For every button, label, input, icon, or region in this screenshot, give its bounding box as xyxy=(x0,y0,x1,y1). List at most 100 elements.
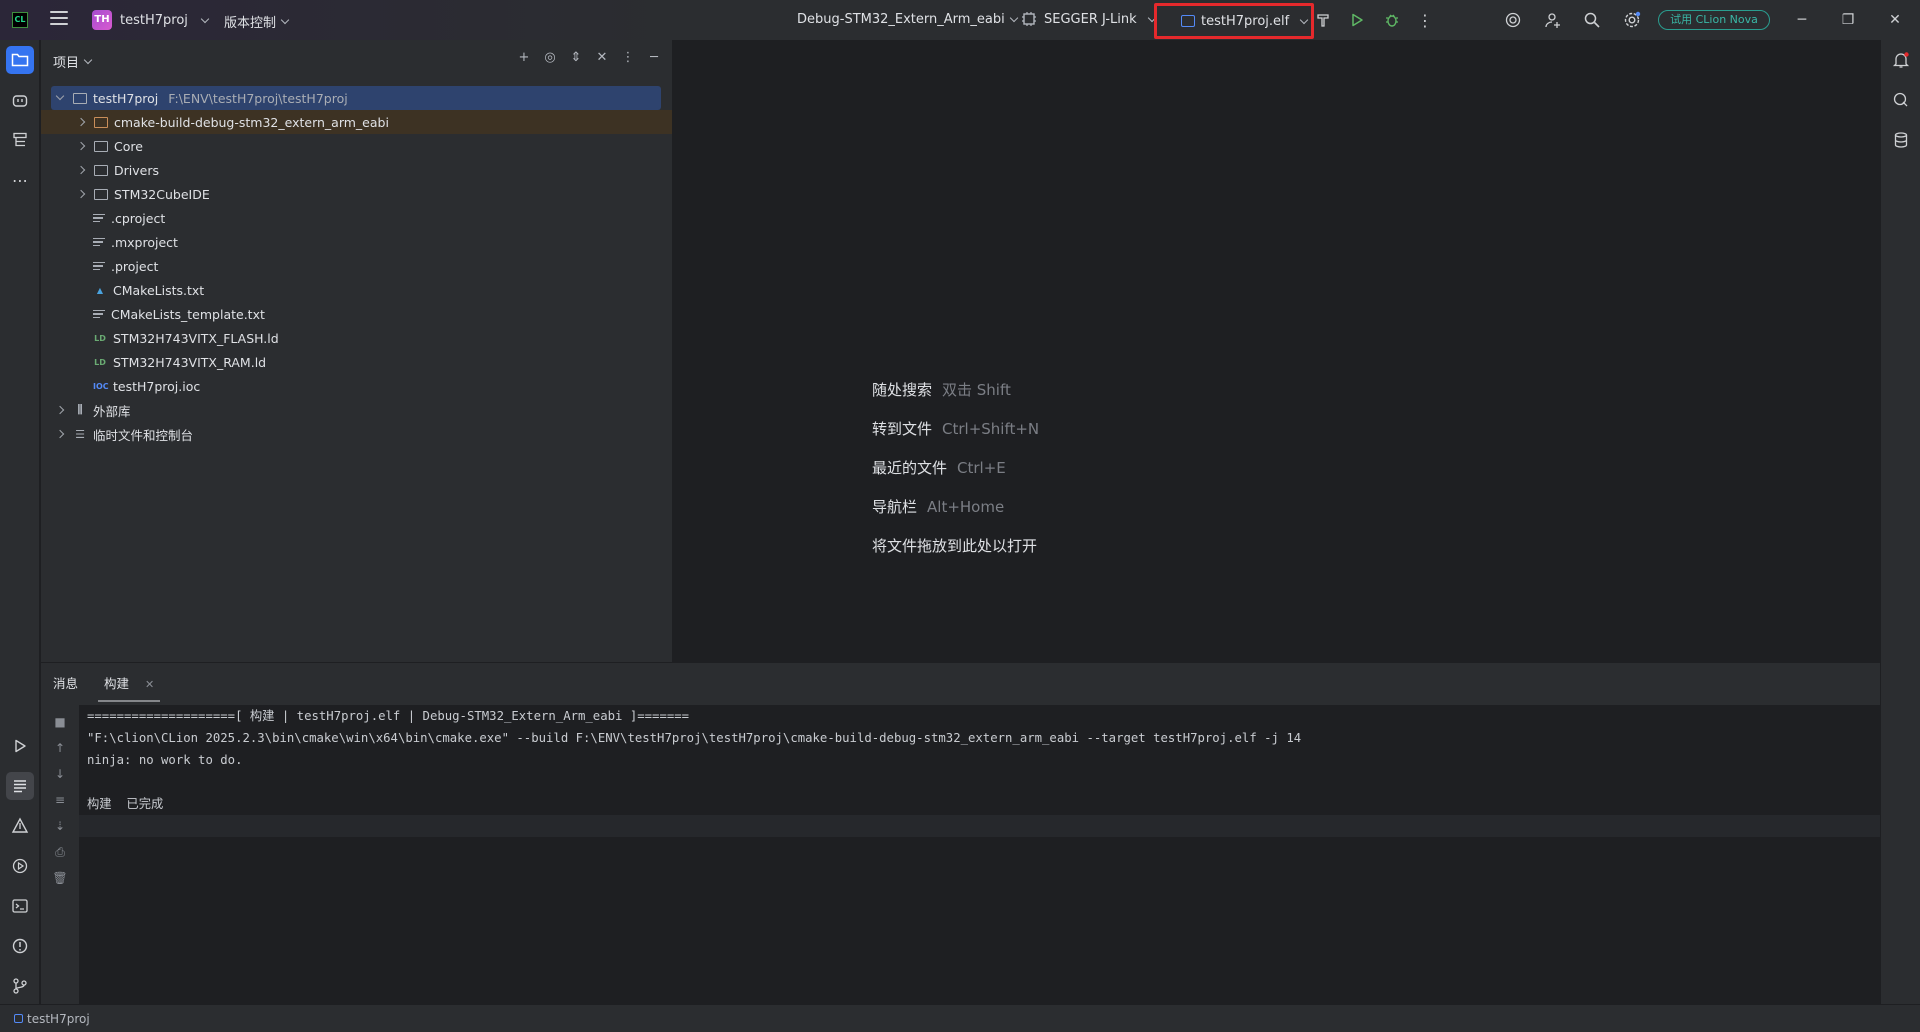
tree-file-node[interactable]: .mxproject xyxy=(41,230,672,254)
project-panel-title: 项目 xyxy=(53,56,80,71)
vcs-label: 版本控制 xyxy=(224,16,277,31)
tree-folder-node[interactable]: Drivers xyxy=(41,158,672,182)
tree-file-node[interactable]: LD STM32H743VITX_RAM.ld xyxy=(41,350,672,374)
folder-icon xyxy=(73,92,87,104)
messages-tool-button[interactable] xyxy=(6,772,34,800)
tree-folder-node[interactable]: Core xyxy=(41,134,672,158)
tree-file-node[interactable]: IOC testH7proj.ioc xyxy=(41,374,672,398)
next-arrow-down-icon[interactable]: ↓ xyxy=(51,765,69,783)
chevron-right-icon[interactable] xyxy=(76,165,86,175)
database-icon[interactable] xyxy=(1887,126,1915,154)
problems-exclamation-icon xyxy=(12,938,28,954)
new-file-plus-icon[interactable]: + xyxy=(516,50,532,66)
chevron-right-icon[interactable] xyxy=(76,189,86,199)
structure-tool-button[interactable] xyxy=(6,126,34,154)
chevron-down-icon xyxy=(1299,15,1309,24)
tree-external-libraries[interactable]: ⫼ 外部库 xyxy=(41,398,672,422)
run-tool-button[interactable] xyxy=(6,732,34,760)
scroll-to-end-icon[interactable]: ⇣ xyxy=(51,817,69,835)
vcs-menu[interactable]: 版本控制 xyxy=(224,12,290,31)
notifications-bell-icon[interactable] xyxy=(1887,46,1915,74)
close-icon[interactable]: ✕ xyxy=(1883,8,1907,32)
chevron-right-icon[interactable] xyxy=(76,141,86,151)
folder-icon xyxy=(94,164,108,176)
terminal-tool-button[interactable] xyxy=(6,892,34,920)
soft-wrap-icon[interactable]: ≡ xyxy=(51,791,69,809)
services-tool-button[interactable] xyxy=(6,852,34,880)
chevron-right-icon[interactable] xyxy=(55,405,65,415)
tree-root-node[interactable]: testH7proj F:\ENV\testH7proj\testH7proj xyxy=(51,86,661,110)
try-clion-nova-button[interactable]: 试用 CLion Nova xyxy=(1658,10,1770,30)
library-icon: ⫼ xyxy=(77,403,83,416)
project-tool-window: 项目 + ◎ ⇕ ✕ ⋮ ─ testH7proj F:\ENV\testH7p… xyxy=(41,40,673,662)
cmake-tool-button[interactable] xyxy=(6,812,34,840)
editor-hint-row: 转到文件 Ctrl+Shift+N xyxy=(872,409,1047,448)
collapse-all-icon[interactable]: ✕ xyxy=(594,50,610,66)
tree-node-label: 临时文件和控制台 xyxy=(93,427,194,443)
right-tool-strip xyxy=(1880,40,1920,1004)
tree-file-node[interactable]: .project xyxy=(41,254,672,278)
tree-node-label: cmake-build-debug-stm32_extern_arm_eabi xyxy=(114,114,389,130)
settings-gear-icon[interactable] xyxy=(1622,10,1642,30)
run-configuration-selector[interactable]: Debug-STM32_Extern_Arm_eabi xyxy=(797,12,1019,27)
minimize-icon[interactable]: ─ xyxy=(1790,8,1814,32)
text-file-icon xyxy=(93,261,105,272)
more-tools-icon[interactable]: ⋯ xyxy=(6,166,34,194)
previous-arrow-up-icon[interactable]: ↑ xyxy=(51,739,69,757)
hide-panel-icon[interactable]: ─ xyxy=(646,50,662,66)
build-target-selector[interactable]: testH7proj.elf xyxy=(1154,3,1314,39)
chevron-down-icon[interactable] xyxy=(55,91,65,101)
copilot-tool-button[interactable] xyxy=(6,86,34,114)
chevron-down-icon xyxy=(200,14,210,23)
project-switcher[interactable]: TH testH7proj xyxy=(92,10,210,30)
more-actions-icon[interactable]: ⋮ xyxy=(1415,10,1435,30)
debug-bug-icon[interactable] xyxy=(1382,10,1402,30)
tree-node-label: Core xyxy=(114,138,143,154)
main-menu-button[interactable] xyxy=(50,11,68,29)
messages-list-icon xyxy=(14,780,26,793)
run-icon[interactable] xyxy=(1347,10,1367,30)
expand-all-icon[interactable]: ⇕ xyxy=(568,50,584,66)
tree-file-node[interactable]: ▲ CMakeLists.txt xyxy=(41,278,672,302)
chevron-right-icon[interactable] xyxy=(55,429,65,439)
tree-scratches-consoles[interactable]: ☰ 临时文件和控制台 xyxy=(41,422,672,446)
tree-file-node[interactable]: LD STM32H743VITX_FLASH.ld xyxy=(41,326,672,350)
tree-node-label: STM32H743VITX_FLASH.ld xyxy=(113,330,279,346)
search-icon[interactable] xyxy=(1582,10,1602,30)
status-project-breadcrumb[interactable]: testH7proj xyxy=(27,1012,90,1026)
project-badge: TH xyxy=(92,10,112,30)
ai-chat-icon[interactable] xyxy=(1887,86,1915,114)
close-tab-icon[interactable]: ✕ xyxy=(145,678,154,691)
clear-trash-icon[interactable]: 🗑 xyxy=(51,869,69,887)
tree-file-node[interactable]: CMakeLists_template.txt xyxy=(41,302,672,326)
chevron-right-icon[interactable] xyxy=(76,117,86,127)
problems-tool-button[interactable] xyxy=(6,932,34,960)
tab-messages[interactable]: 消息 xyxy=(53,663,78,705)
tree-node-label: .project xyxy=(111,258,159,274)
build-console-output[interactable]: ====================[ 构建 | testH7proj.el… xyxy=(79,705,1880,1005)
project-view-selector[interactable]: 项目 xyxy=(53,52,93,71)
tree-folder-node[interactable]: STM32CubeIDE xyxy=(41,182,672,206)
status-bar: testH7proj xyxy=(0,1004,1920,1032)
editor-empty-area: 随处搜索 双击 Shift 转到文件 Ctrl+Shift+N 最近的文件 Ctrl+E 导… xyxy=(674,40,1880,662)
debugger-selector[interactable]: SEGGER J-Link xyxy=(1020,10,1156,28)
build-hammer-icon[interactable] xyxy=(1313,10,1333,30)
restore-icon[interactable]: ❐ xyxy=(1836,8,1860,32)
tree-folder-node[interactable]: cmake-build-debug-stm32_extern_arm_eabi xyxy=(41,110,672,134)
tree-node-label: .mxproject xyxy=(111,234,178,250)
ai-assistant-icon[interactable] xyxy=(1503,10,1523,30)
options-icon[interactable]: ⋮ xyxy=(620,50,636,66)
code-with-me-icon[interactable] xyxy=(1543,10,1563,30)
clion-window: CL TH testH7proj 版本控制 Debug-STM32_Extern… xyxy=(0,0,1920,1032)
tab-build[interactable]: 构建 ✕ xyxy=(97,663,161,705)
select-opened-file-icon[interactable]: ◎ xyxy=(542,50,558,66)
git-tool-button[interactable] xyxy=(6,972,34,1000)
tree-file-node[interactable]: .cproject xyxy=(41,206,672,230)
editor-hint-row: 导航栏 Alt+Home xyxy=(872,487,1047,526)
project-tool-button[interactable] xyxy=(6,46,34,74)
services-icon xyxy=(12,858,28,874)
title-bar: CL TH testH7proj 版本控制 Debug-STM32_Extern… xyxy=(0,0,1920,40)
stop-icon[interactable]: ■ xyxy=(51,713,69,731)
print-icon[interactable]: ⎙ xyxy=(51,843,69,861)
